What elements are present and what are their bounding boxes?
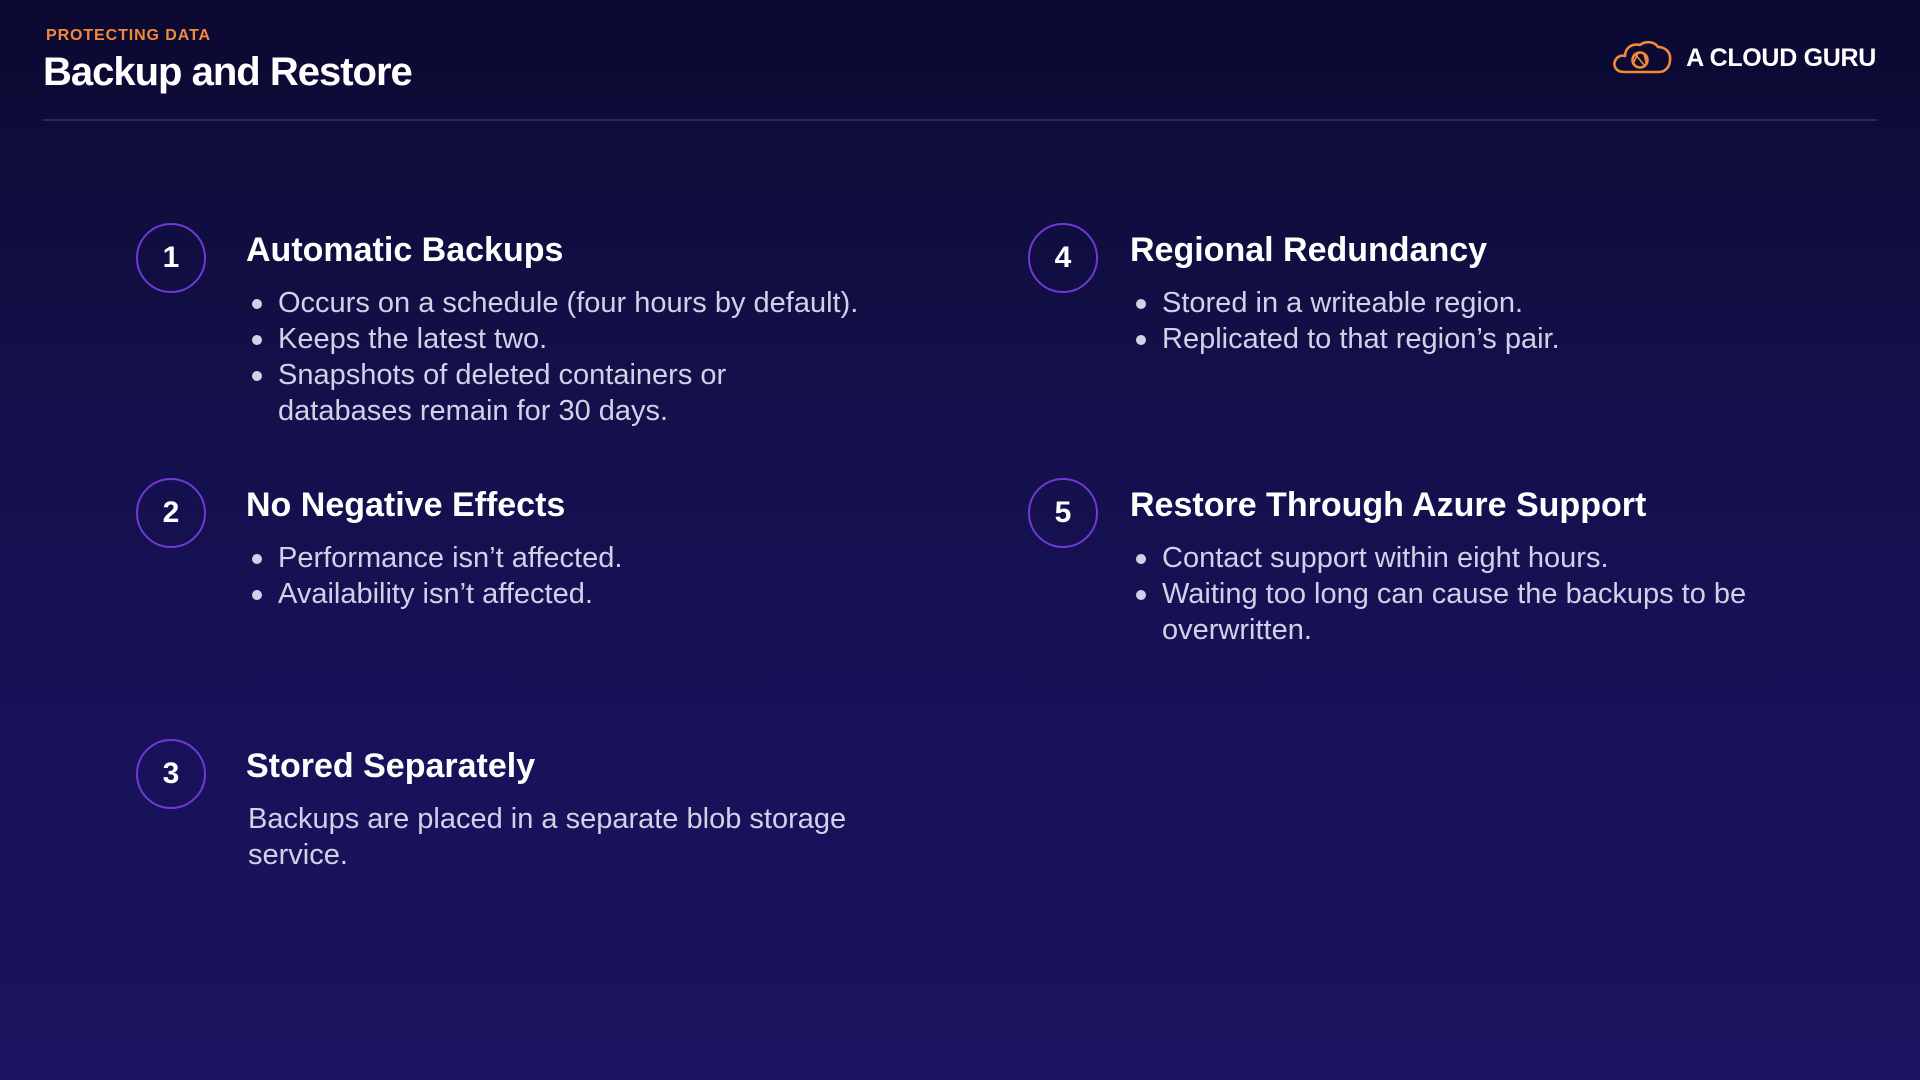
item-title: Automatic Backups xyxy=(246,231,564,269)
item-title: Stored Separately xyxy=(246,747,536,785)
header-divider xyxy=(43,119,1877,121)
bullet-item: Keeps the latest two. xyxy=(250,321,930,357)
bullet-item: Occurs on a schedule (four hours by defa… xyxy=(250,285,930,321)
bullet-list: Performance isn’t affected. Availability… xyxy=(250,540,930,612)
bullet-list: Occurs on a schedule (four hours by defa… xyxy=(250,285,930,429)
page-title: Backup and Restore xyxy=(43,50,413,94)
step-number-badge: 5 xyxy=(1028,478,1098,548)
bullet-item: Availability isn’t affected. xyxy=(250,576,930,612)
bullet-item: Waiting too long can cause the backups t… xyxy=(1134,576,1824,648)
item-title: Regional Redundancy xyxy=(1130,231,1488,269)
step-number-badge: 4 xyxy=(1028,223,1098,293)
bullet-item: Snapshots of deleted containers or datab… xyxy=(250,357,810,429)
section-eyebrow: PROTECTING DATA xyxy=(46,27,211,44)
bullet-item: Stored in a writeable region. xyxy=(1134,285,1834,321)
step-number-badge: 1 xyxy=(136,223,206,293)
step-number-badge: 3 xyxy=(136,739,206,809)
brand-name: A CLOUD GURU xyxy=(1686,43,1876,72)
item-title: No Negative Effects xyxy=(246,486,566,524)
brand: A CLOUD GURU xyxy=(1610,38,1876,78)
item-description: Backups are placed in a separate blob st… xyxy=(248,803,847,871)
bullet-list: Contact support within eight hours. Wait… xyxy=(1134,540,1854,648)
bullet-list: Stored in a writeable region. Replicated… xyxy=(1134,285,1834,357)
item-title: Restore Through Azure Support xyxy=(1130,486,1647,524)
bullet-item: Replicated to that region’s pair. xyxy=(1134,321,1834,357)
step-number-badge: 2 xyxy=(136,478,206,548)
bullet-item: Performance isn’t affected. xyxy=(250,540,930,576)
cloud-icon xyxy=(1613,40,1672,74)
bullet-item: Contact support within eight hours. xyxy=(1134,540,1854,576)
